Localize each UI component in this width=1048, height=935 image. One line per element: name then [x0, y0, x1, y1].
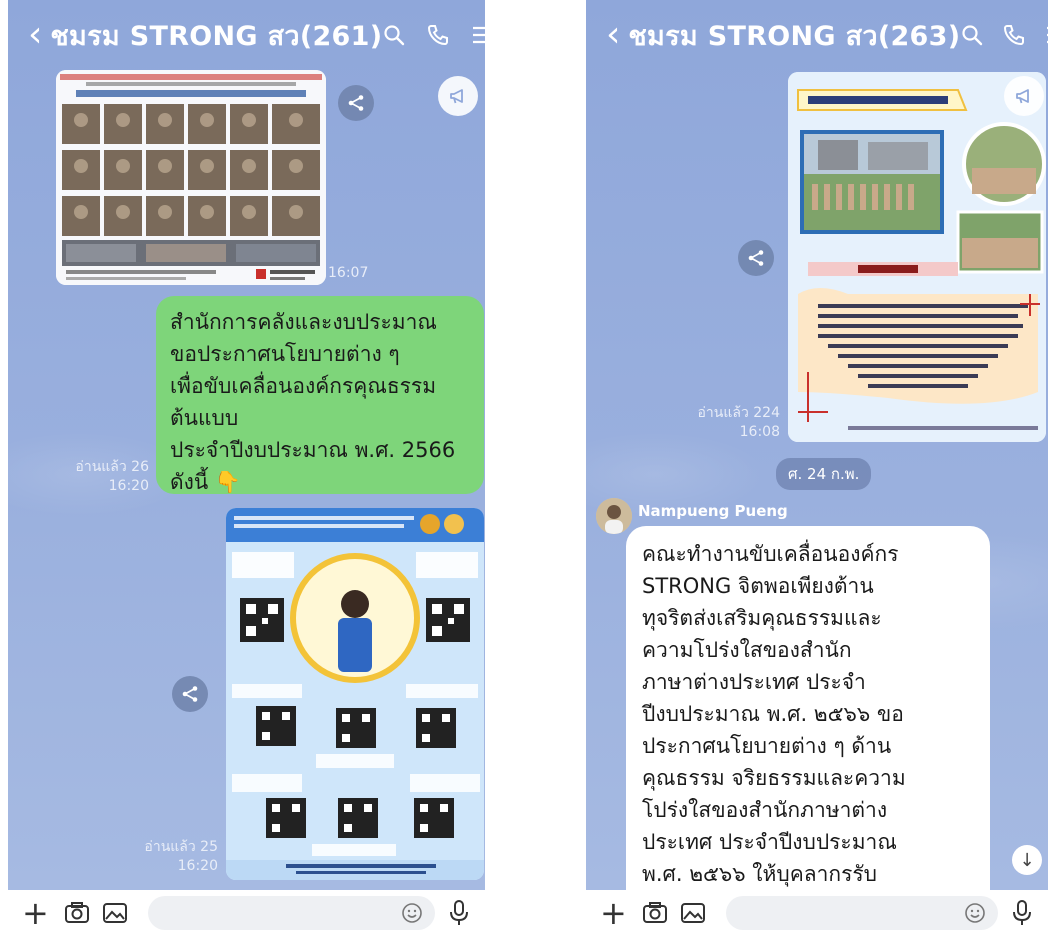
avatar-graphic	[596, 498, 632, 534]
avatar[interactable]	[596, 498, 632, 534]
chat-screen-right: ‹ ชมรม STRONG สว(263) อ่านแล้ว 224 16:08…	[586, 0, 1048, 935]
announce-button[interactable]	[438, 76, 478, 116]
emoji-icon[interactable]	[964, 902, 986, 924]
share-button[interactable]	[172, 676, 208, 712]
finance-office-poster-image[interactable]	[788, 72, 1046, 442]
message-input[interactable]	[726, 895, 998, 930]
phone-icon[interactable]	[1002, 23, 1026, 47]
chat-header: ‹ ชมรม STRONG สว(261)	[8, 0, 485, 70]
plus-icon[interactable]: +	[22, 897, 52, 929]
chevron-left-icon[interactable]: ‹	[606, 17, 620, 53]
collage-graphic	[56, 70, 326, 285]
sender-name: Nampueng Pueng	[638, 502, 788, 520]
microphone-icon[interactable]	[1012, 899, 1032, 927]
image-icon[interactable]	[102, 901, 128, 925]
policy-qr-poster-image[interactable]	[226, 508, 484, 880]
search-icon[interactable]	[960, 23, 984, 47]
poster-graphic	[788, 72, 1046, 442]
chat-screen-left: ‹ ชมรม STRONG สว(261) 16:07 สำนักการคลัง…	[8, 0, 485, 935]
share-button[interactable]	[738, 240, 774, 276]
chat-title: ชมรม STRONG สว(263)	[628, 20, 961, 52]
megaphone-icon	[1016, 89, 1029, 104]
incoming-text-bubble[interactable]: คณะทำงานขับเคลื่อนองค์กร STRONG จิตพอเพี…	[626, 526, 990, 902]
announce-button[interactable]	[1004, 76, 1044, 116]
chat-header: ‹ ชมรม STRONG สว(263)	[586, 0, 1048, 70]
header-actions	[960, 23, 1048, 47]
poster-graphic	[226, 508, 484, 880]
message-time: 16:07	[328, 265, 369, 281]
date-divider: ศ. 24 ก.พ.	[776, 458, 872, 490]
chevron-left-icon[interactable]: ‹	[28, 17, 42, 53]
megaphone-icon	[450, 89, 463, 104]
camera-icon[interactable]	[64, 901, 90, 925]
search-icon[interactable]	[382, 23, 406, 47]
read-receipt: อ่านแล้ว 26	[75, 459, 149, 475]
message-input[interactable]	[148, 895, 435, 930]
hamburger-menu-icon[interactable]	[470, 23, 485, 47]
chat-title: ชมรม STRONG สว(261)	[50, 20, 383, 52]
share-button[interactable]	[338, 85, 374, 121]
microphone-icon[interactable]	[449, 899, 469, 927]
phone-icon[interactable]	[426, 23, 450, 47]
plus-icon[interactable]: +	[600, 897, 630, 929]
share-icon	[748, 250, 764, 266]
photo-collage-image[interactable]	[56, 70, 326, 285]
message-time: 16:20	[108, 478, 149, 494]
message-time: 16:08	[739, 424, 780, 440]
read-receipt: อ่านแล้ว 25	[144, 839, 218, 855]
outgoing-text-bubble[interactable]: สำนักการคลังและงบประมาณ ขอประกาศนโยบายต่…	[156, 296, 484, 494]
share-icon	[182, 686, 198, 702]
message-input-bar: +	[586, 890, 1048, 935]
scroll-down-button[interactable]: ↓	[1012, 845, 1042, 875]
share-icon	[348, 95, 364, 111]
emoji-icon[interactable]	[401, 902, 423, 924]
header-actions	[382, 23, 485, 47]
camera-icon[interactable]	[642, 901, 668, 925]
arrow-down-icon: ↓	[1019, 849, 1035, 871]
message-input-bar: +	[8, 890, 485, 935]
image-icon[interactable]	[680, 901, 706, 925]
read-receipt: อ่านแล้ว 224	[697, 405, 780, 421]
message-time: 16:20	[177, 858, 218, 874]
hamburger-menu-icon[interactable]	[1044, 23, 1048, 47]
